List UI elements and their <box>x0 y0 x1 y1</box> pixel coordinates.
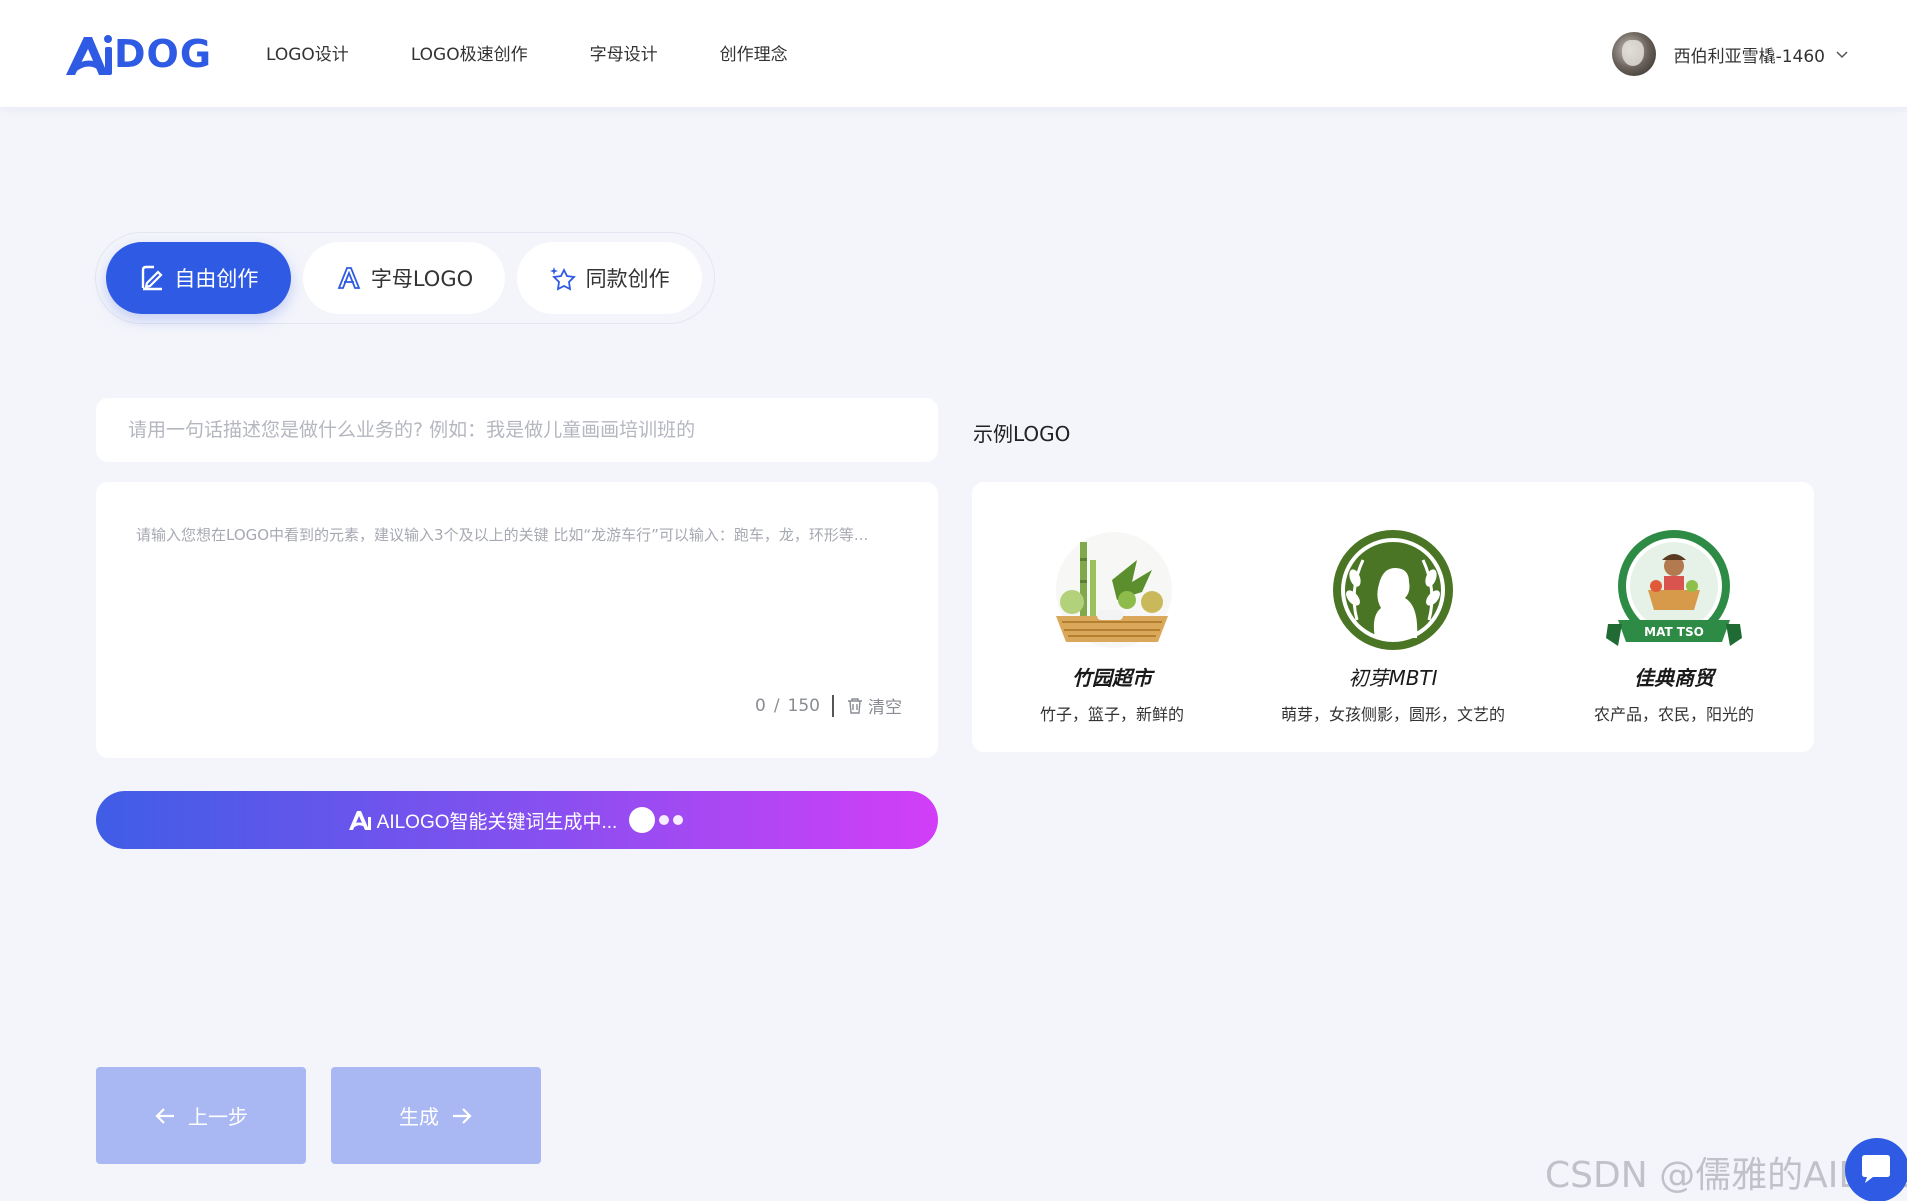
nav-letter-design[interactable]: 字母设计 <box>590 40 658 65</box>
ai-keyword-generating-button[interactable]: AILOGO智能关键词生成中... <box>96 791 938 849</box>
examples-title: 示例LOGO <box>973 422 1071 446</box>
trash-icon <box>848 697 862 714</box>
bamboo-basket-logo-icon <box>1056 532 1172 648</box>
example-keywords: 竹子，篮子，新鲜的 <box>1039 705 1184 724</box>
farmer-badge-logo-icon: MAT TSO <box>1606 530 1742 646</box>
keywords-textarea[interactable] <box>136 522 896 672</box>
char-count-max: 150 <box>787 695 820 716</box>
clear-button[interactable]: 清空 <box>846 693 902 718</box>
mode-letter-logo[interactable]: 字母LOGO <box>302 242 506 314</box>
loading-dot <box>659 815 670 825</box>
generating-label: AILOGO智能关键词生成中... <box>376 811 618 833</box>
loading-dot <box>629 807 656 833</box>
loading-dot <box>673 815 684 825</box>
chat-support-button[interactable] <box>1845 1138 1907 1201</box>
letter-a-icon <box>337 267 361 289</box>
nav-creation-concept[interactable]: 创作理念 <box>720 40 788 65</box>
divider <box>832 694 834 717</box>
generate-button[interactable]: 生成 <box>331 1067 541 1164</box>
mode-selector: 自由创作 字母LOGO 同款创作 <box>95 232 715 324</box>
avatar[interactable] <box>1611 32 1656 76</box>
main-nav: LOGO设计 LOGO极速创作 字母设计 创作理念 <box>266 40 850 65</box>
clear-label: 清空 <box>868 698 902 718</box>
girl-silhouette-laurel-logo-icon <box>1333 530 1453 650</box>
example-logo-item[interactable]: 竹园超市 竹子，篮子，新鲜的 <box>972 520 1252 725</box>
user-menu[interactable]: 西伯利亚雪橇-1460 <box>1611 32 1849 76</box>
chat-icon <box>1862 1155 1890 1183</box>
examples-panel: 竹园超市 竹子，篮子，新鲜的 初芽MBTI 萌芽，女孩侧影，圆形，文艺的 MAT… <box>972 482 1814 752</box>
mode-letter-label: 字母LOGO <box>370 267 474 291</box>
top-header: DOG LOGO设计 LOGO极速创作 字母设计 创作理念 西伯利亚雪橇-146… <box>0 0 1907 107</box>
previous-step-label: 上一步 <box>188 1107 248 1129</box>
pen-edit-icon <box>142 265 163 291</box>
user-name: 西伯利亚雪橇-1460 <box>1673 46 1825 67</box>
char-count-separator: / <box>773 695 780 716</box>
loading-dots-icon <box>629 807 687 833</box>
example-logo-item[interactable]: 初芽MBTI 萌芽，女孩侧影，圆形，文艺的 <box>1253 520 1533 725</box>
example-keywords: 农产品，农民，阳光的 <box>1593 705 1754 724</box>
example-logo-item[interactable]: MAT TSO 佳典商贸 农产品，农民，阳光的 <box>1534 520 1814 725</box>
nav-logo-design[interactable]: LOGO设计 <box>266 40 349 65</box>
example-keywords: 萌芽，女孩侧影，圆形，文艺的 <box>1280 705 1505 724</box>
chevron-down-icon[interactable] <box>1835 47 1849 61</box>
brand-logo[interactable]: DOG <box>62 30 212 78</box>
nav-logo-quick-create[interactable]: LOGO极速创作 <box>411 40 528 65</box>
keywords-box: 0 / 150 清空 <box>96 482 938 758</box>
aidog-logo-icon <box>66 35 112 75</box>
logo-text: DOG <box>114 32 213 76</box>
example-name: 初芽MBTI <box>1348 666 1438 690</box>
generate-label: 生成 <box>399 1107 439 1129</box>
previous-step-button[interactable]: 上一步 <box>96 1067 306 1164</box>
keywords-footer: 0 / 150 清空 <box>755 693 902 718</box>
mode-free-create[interactable]: 自由创作 <box>106 242 291 314</box>
business-description-input[interactable] <box>96 398 938 462</box>
sparkle-star-icon <box>549 267 576 291</box>
example-name: 竹园超市 <box>1072 666 1152 690</box>
ai-logo-icon <box>348 811 371 830</box>
mode-same-label: 同款创作 <box>585 267 670 291</box>
mode-same-create[interactable]: 同款创作 <box>517 242 702 314</box>
arrow-right-icon <box>453 1107 472 1124</box>
arrow-left-icon <box>155 1107 174 1124</box>
mode-free-label: 自由创作 <box>174 267 259 291</box>
example-name: 佳典商贸 <box>1634 666 1714 690</box>
char-count-current: 0 <box>754 695 766 716</box>
badge-text: MAT TSO <box>1644 625 1704 639</box>
